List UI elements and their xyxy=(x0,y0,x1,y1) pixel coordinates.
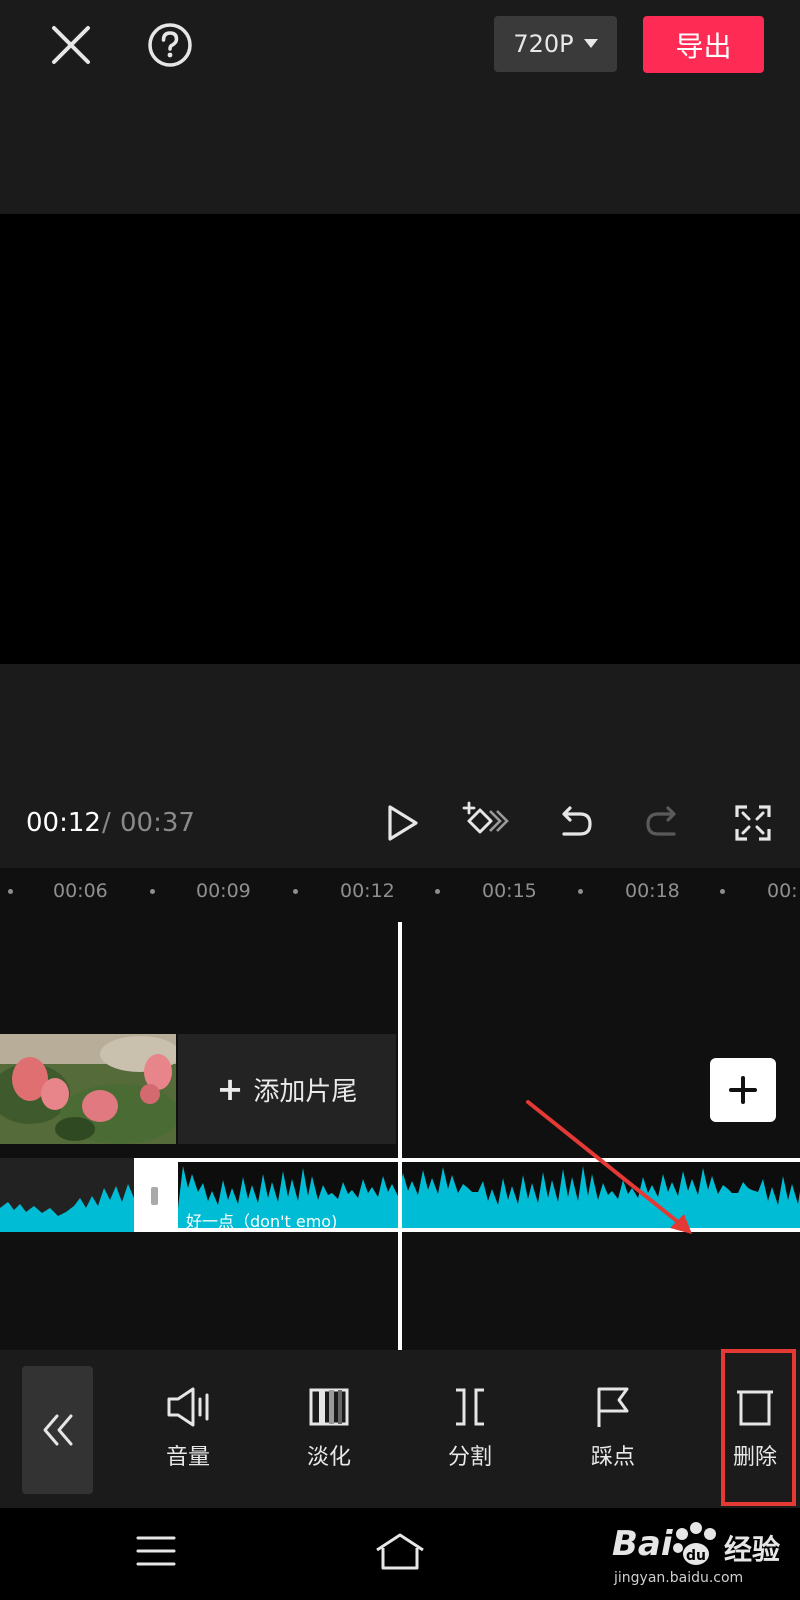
watermark-url: jingyan.baidu.com xyxy=(614,1570,744,1586)
plus-icon: + xyxy=(216,1070,244,1108)
ruler-dot xyxy=(8,889,13,894)
undo-icon[interactable] xyxy=(552,800,598,846)
resolution-dropdown[interactable]: 720P xyxy=(494,16,617,72)
tool-fade[interactable]: 淡化 xyxy=(279,1385,379,1485)
tool-label: 分割 xyxy=(447,1445,492,1470)
beat-flag-icon xyxy=(597,1387,629,1427)
split-icon xyxy=(456,1388,484,1426)
playhead[interactable] xyxy=(398,922,402,1350)
caret-down-icon xyxy=(583,39,598,48)
export-button[interactable]: 导出 xyxy=(643,16,764,73)
ruler-label: 00:06 xyxy=(53,880,108,902)
ruler-label: 00: xyxy=(767,880,798,902)
plus-icon xyxy=(729,1076,757,1104)
ruler-label: 00:18 xyxy=(625,880,680,902)
close-icon[interactable] xyxy=(46,20,96,70)
volume-icon xyxy=(167,1387,209,1427)
watermark-brand: Bai xyxy=(612,1524,673,1564)
audio-waveform-left xyxy=(0,1158,134,1232)
ruler-label: 00:09 xyxy=(196,880,251,902)
tool-label: 音量 xyxy=(165,1445,210,1470)
ruler-label: 00:12 xyxy=(340,880,395,902)
bottom-toolbar xyxy=(0,1350,800,1508)
double-chevron-left-icon xyxy=(43,1414,72,1446)
ruler-dot xyxy=(150,889,155,894)
tool-label: 淡化 xyxy=(306,1445,351,1470)
redo-icon[interactable] xyxy=(640,800,686,846)
add-ending-label: 添加片尾 xyxy=(253,1076,358,1107)
ruler-dot xyxy=(720,889,725,894)
video-clip-thumbnail[interactable] xyxy=(0,1034,176,1144)
audio-trim-handle[interactable] xyxy=(134,1160,176,1230)
audio-title: 好一点（don't emo) xyxy=(186,1212,338,1231)
help-icon[interactable] xyxy=(145,20,195,70)
ruler-dot xyxy=(293,889,298,894)
fullscreen-icon[interactable] xyxy=(730,800,776,846)
time-separator: / xyxy=(102,808,111,838)
annotation-arrow xyxy=(520,1098,710,1248)
tool-split[interactable]: 分割 xyxy=(420,1385,520,1485)
collapse-button[interactable] xyxy=(22,1366,93,1494)
ruler-label: 00:15 xyxy=(482,880,537,902)
fade-icon xyxy=(309,1388,349,1426)
tool-volume[interactable]: 音量 xyxy=(138,1385,238,1485)
home-icon[interactable] xyxy=(374,1532,426,1572)
add-ending-button[interactable]: + 添加片尾 xyxy=(178,1034,396,1144)
video-preview[interactable] xyxy=(0,214,800,664)
total-time: 00:37 xyxy=(120,808,195,838)
tool-label: 踩点 xyxy=(590,1445,635,1470)
ruler-dot xyxy=(578,889,583,894)
delete-highlight-box xyxy=(721,1349,796,1506)
handle-grip xyxy=(151,1187,158,1205)
tool-beat[interactable]: 踩点 xyxy=(563,1385,663,1485)
menu-icon[interactable] xyxy=(136,1534,176,1568)
add-clip-button[interactable] xyxy=(710,1058,776,1122)
play-icon[interactable] xyxy=(378,800,424,846)
paw-icon: du xyxy=(673,1522,716,1565)
ruler-dot xyxy=(435,889,440,894)
current-time: 00:12 xyxy=(26,808,101,838)
svg-text:du: du xyxy=(686,1548,706,1564)
watermark-brand-cn: 经验 xyxy=(724,1533,781,1566)
resolution-label: 720P xyxy=(513,30,574,58)
keyframe-icon[interactable] xyxy=(460,800,509,846)
watermark-logo: Bai du 经验 jingyan.baidu.com xyxy=(612,1520,800,1590)
